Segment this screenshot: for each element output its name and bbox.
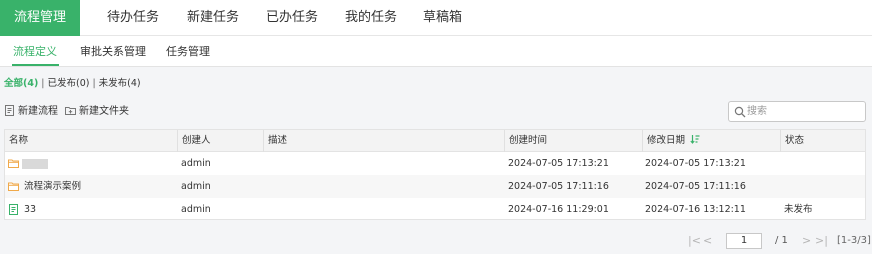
row-creator: admin <box>181 204 211 215</box>
redacted-name <box>22 159 48 169</box>
process-table: 名称 创建人 描述 创建时间 修改日期 状态 admin 2024-07-05 … <box>4 129 866 220</box>
record-range: [1-3/3] <box>837 235 871 246</box>
process-file-icon <box>9 204 18 215</box>
table-row[interactable]: admin 2024-07-05 17:13:21 2024-07-05 17:… <box>5 152 865 175</box>
new-folder-label: 新建文件夹 <box>79 106 129 117</box>
subtab-process-definition[interactable]: 流程定义 <box>13 36 57 67</box>
row-creator: admin <box>181 181 211 192</box>
subtab-approval-relations[interactable]: 审批关系管理 <box>80 36 146 67</box>
folder-icon <box>8 159 19 168</box>
filter-published[interactable]: 已发布(0) <box>48 78 90 89</box>
active-subtab-indicator <box>12 64 59 66</box>
tab-my-tasks[interactable]: 我的任务 <box>345 0 397 36</box>
table-row[interactable]: 流程演示案例 admin 2024-07-05 17:11:16 2024-07… <box>5 175 865 198</box>
filter-separator: | <box>92 78 96 89</box>
new-process-button[interactable]: 新建流程 <box>4 105 58 119</box>
tab-process-management[interactable]: 流程管理 <box>0 0 80 36</box>
col-modified-label: 修改日期 <box>647 135 686 146</box>
pagination: |< < 1 / 1 > >| [1-3/3] <box>0 233 872 249</box>
col-status-header[interactable]: 状态 <box>780 130 865 152</box>
row-modified: 2024-07-05 17:11:16 <box>645 181 746 192</box>
new-process-label: 新建流程 <box>18 106 58 117</box>
top-nav: 流程管理 待办任务 新建任务 已办任务 我的任务 草稿箱 <box>0 0 872 36</box>
row-modified: 2024-07-05 17:13:21 <box>645 158 746 169</box>
page-number-input[interactable]: 1 <box>726 233 762 249</box>
new-folder-button[interactable]: 新建文件夹 <box>65 105 129 119</box>
row-name[interactable]: 流程演示案例 <box>24 175 81 198</box>
first-page-button[interactable]: |< <box>688 233 701 249</box>
search-icon <box>734 106 746 118</box>
filter-unpublished[interactable]: 未发布(4) <box>99 78 141 89</box>
row-creator: admin <box>181 158 211 169</box>
col-modified-header[interactable]: 修改日期 <box>642 130 780 152</box>
document-icon <box>5 105 14 116</box>
tab-new-task[interactable]: 新建任务 <box>187 0 239 36</box>
filter-all[interactable]: 全部(4) <box>4 78 38 89</box>
col-created-header[interactable]: 创建时间 <box>504 130 642 152</box>
table-header: 名称 创建人 描述 创建时间 修改日期 状态 <box>5 130 865 152</box>
tab-drafts[interactable]: 草稿箱 <box>423 0 462 36</box>
col-name-header[interactable]: 名称 <box>5 130 177 152</box>
next-page-button[interactable]: > <box>802 233 811 249</box>
add-folder-icon <box>65 107 76 115</box>
prev-page-button[interactable]: < <box>703 233 712 249</box>
sub-nav: 流程定义 审批关系管理 任务管理 <box>0 36 872 67</box>
total-pages: / 1 <box>775 235 788 246</box>
last-page-button[interactable]: >| <box>815 233 828 249</box>
row-status: 未发布 <box>784 204 813 215</box>
col-creator-header[interactable]: 创建人 <box>177 130 263 152</box>
folder-icon <box>8 182 19 191</box>
table-row[interactable]: 33 admin 2024-07-16 11:29:01 2024-07-16 … <box>5 198 865 221</box>
row-modified: 2024-07-16 13:12:11 <box>645 204 746 215</box>
search-input[interactable] <box>747 103 859 120</box>
status-filter-bar: 全部(4) | 已发布(0) | 未发布(4) <box>4 77 141 91</box>
col-description-header[interactable]: 描述 <box>263 130 504 152</box>
row-created: 2024-07-05 17:13:21 <box>508 158 609 169</box>
row-created: 2024-07-16 11:29:01 <box>508 204 609 215</box>
row-name[interactable]: 33 <box>24 198 36 221</box>
tab-todo-tasks[interactable]: 待办任务 <box>107 0 159 36</box>
filter-separator: | <box>41 78 45 89</box>
subtab-task-management[interactable]: 任务管理 <box>166 36 210 67</box>
search-box <box>728 101 866 122</box>
row-created: 2024-07-05 17:11:16 <box>508 181 609 192</box>
tab-done-tasks[interactable]: 已办任务 <box>266 0 318 36</box>
sort-desc-icon[interactable] <box>690 134 700 144</box>
